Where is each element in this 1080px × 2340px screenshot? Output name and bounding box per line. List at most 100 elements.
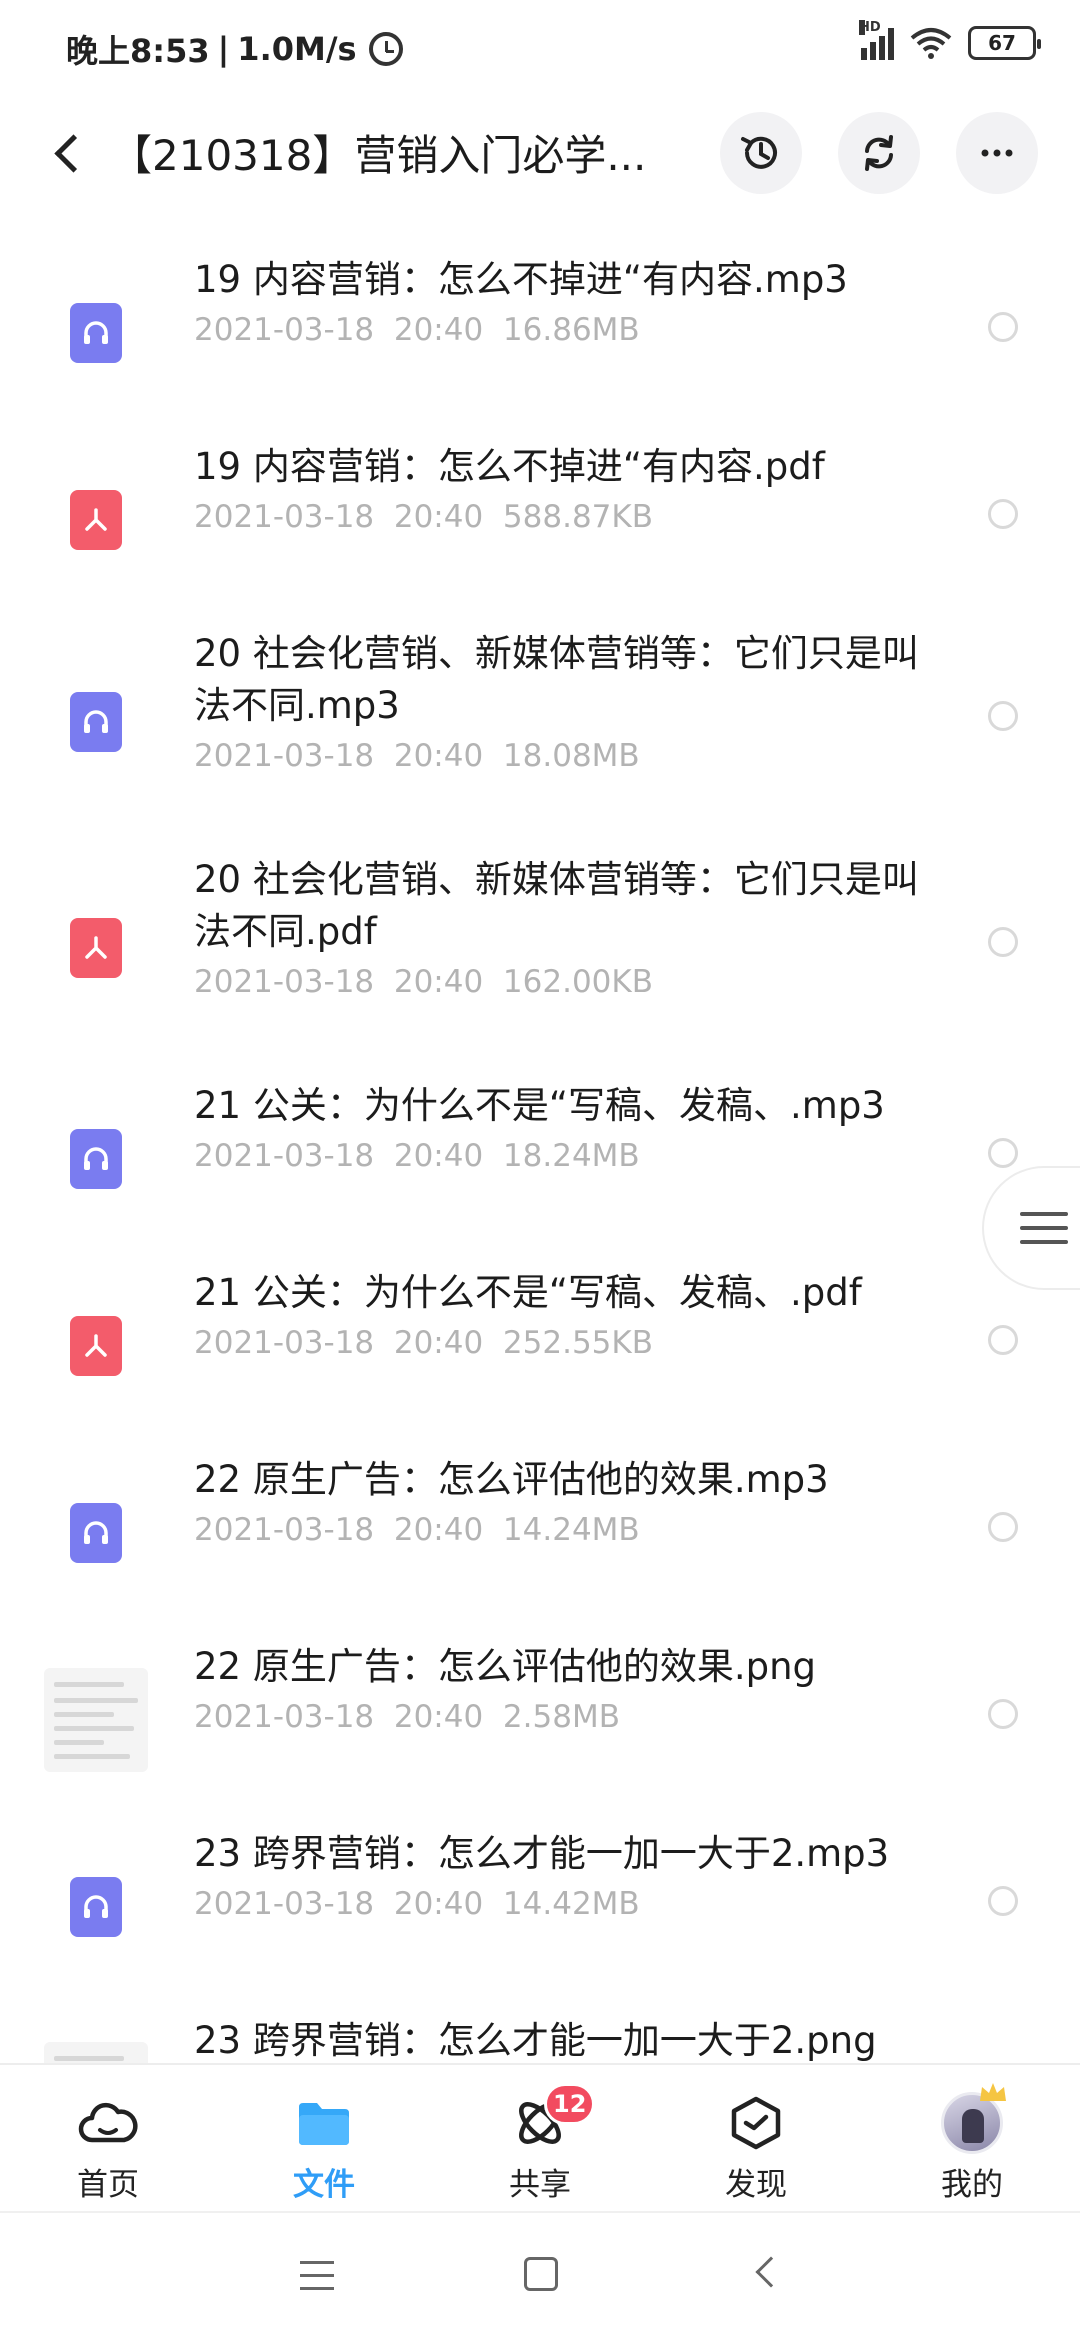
file-name: 22 原生广告：怎么评估他的效果.png	[194, 1645, 817, 1688]
file-row[interactable]: 23 跨界营销：怎么才能一加一大于2.png	[0, 2015, 1080, 2063]
status-bar: 晚上8:53 | 1.0M/s HD 67	[0, 0, 1080, 96]
status-time: 晚上8:53	[66, 32, 210, 70]
more-icon	[981, 149, 1013, 157]
select-radio[interactable]	[988, 312, 1018, 342]
file-size: 252.55KB	[502, 1325, 653, 1361]
nav-mine[interactable]: 我的	[892, 2065, 1052, 2213]
system-navigation-bar	[0, 2211, 1080, 2340]
image-thumbnail	[44, 1668, 148, 1772]
folder-title: 【210318】营销入门必学...	[110, 131, 647, 180]
file-date: 2021-03-18 20:40	[194, 499, 484, 535]
crown-icon	[980, 2083, 1006, 2101]
file-name: 20 社会化营销、新媒体营销等：它们只是叫法不同.mp3	[194, 632, 919, 727]
history-icon	[741, 136, 777, 169]
select-radio[interactable]	[988, 701, 1018, 731]
nav-files[interactable]: 文件	[244, 2065, 404, 2213]
status-speed: 1.0M/s	[237, 30, 357, 68]
file-date: 2021-03-18 20:40	[194, 738, 484, 774]
file-meta: 2021-03-18 20:40 16.86MB	[194, 312, 640, 348]
hd-badge: HD	[859, 20, 881, 35]
nav-mine-label: 我的	[941, 2167, 1003, 2203]
file-row[interactable]: 22 原生广告：怎么评估他的效果.png 2021-03-18 20:40 2.…	[0, 1641, 1080, 1791]
file-row[interactable]: 20 社会化营销、新媒体营销等：它们只是叫法不同.pdf 2021-03-18 …	[0, 854, 1080, 1044]
status-left: 晚上8:53 | 1.0M/s	[66, 26, 403, 72]
file-date: 2021-03-18 20:40	[194, 1699, 484, 1735]
alarm-icon	[368, 32, 403, 66]
file-size: 14.42MB	[502, 1886, 640, 1922]
file-date: 2021-03-18 20:40	[194, 1138, 484, 1174]
discover-icon	[724, 2091, 788, 2155]
sync-button[interactable]	[838, 112, 920, 194]
cloud-icon	[76, 2091, 140, 2155]
select-radio[interactable]	[988, 499, 1018, 529]
select-radio[interactable]	[988, 1138, 1018, 1168]
file-size: 162.00KB	[502, 964, 653, 1000]
file-row[interactable]: 21 公关：为什么不是“写稿、发稿、.pdf 2021-03-18 20:40 …	[0, 1267, 1080, 1417]
pdf-icon	[85, 936, 107, 959]
audio-file-icon	[70, 692, 122, 752]
file-row[interactable]: 19 内容营销：怎么不掉进“有内容.pdf 2021-03-18 20:40 5…	[0, 441, 1080, 591]
file-date: 2021-03-18 20:40	[194, 1325, 484, 1361]
back-button[interactable]	[46, 126, 92, 178]
audio-file-icon	[70, 1503, 122, 1563]
select-radio[interactable]	[988, 1325, 1018, 1355]
recent-apps-button[interactable]	[300, 2261, 334, 2291]
select-radio[interactable]	[988, 927, 1018, 957]
file-row[interactable]: 20 社会化营销、新媒体营销等：它们只是叫法不同.mp3 2021-03-18 …	[0, 628, 1080, 818]
file-row[interactable]: 19 内容营销：怎么不掉进“有内容.mp3 2021-03-18 20:40 1…	[0, 254, 1080, 404]
file-meta: 2021-03-18 20:40 588.87KB	[194, 499, 653, 535]
audio-file-icon	[70, 1877, 122, 1937]
nav-share[interactable]: 12 共享	[460, 2065, 620, 2213]
file-list: 19 内容营销：怎么不掉进“有内容.mp3 2021-03-18 20:40 1…	[0, 218, 1080, 2063]
file-size: 2.58MB	[502, 1699, 620, 1735]
image-thumbnail	[44, 2042, 148, 2063]
headphones-icon	[84, 321, 108, 344]
share-count-badge: 12	[544, 2083, 596, 2125]
nav-home-label: 首页	[77, 2167, 139, 2203]
battery-level: 67	[988, 31, 1016, 55]
file-row[interactable]: 23 跨界营销：怎么才能一加一大于2.mp3 2021-03-18 20:40 …	[0, 1828, 1080, 1978]
file-size: 18.24MB	[502, 1138, 640, 1174]
file-name: 21 公关：为什么不是“写稿、发稿、.pdf	[194, 1271, 862, 1314]
file-browser-screen: 晚上8:53 | 1.0M/s HD 67 【210318】营销入门必学...	[0, 0, 1080, 2340]
home-button[interactable]	[524, 2257, 558, 2291]
pdf-file-icon	[70, 1316, 122, 1376]
headphones-icon	[84, 1895, 108, 1918]
sync-icon	[865, 135, 893, 171]
file-meta: 2021-03-18 20:40 14.24MB	[194, 1512, 640, 1548]
file-row[interactable]: 21 公关：为什么不是“写稿、发稿、.mp3 2021-03-18 20:40 …	[0, 1080, 1080, 1230]
battery-icon: 67	[968, 26, 1041, 60]
system-back-button[interactable]	[755, 2256, 787, 2288]
nav-files-label: 文件	[293, 2167, 355, 2203]
audio-file-icon	[70, 1129, 122, 1189]
audio-file-icon	[70, 303, 122, 363]
cellular-signal-icon: HD	[859, 20, 894, 60]
nav-home[interactable]: 首页	[28, 2065, 188, 2213]
nav-share-label: 共享	[509, 2167, 571, 2203]
avatar	[940, 2083, 1006, 2155]
file-date: 2021-03-18 20:40	[194, 1512, 484, 1548]
pdf-file-icon	[70, 490, 122, 550]
folder-icon	[292, 2091, 356, 2155]
pdf-icon	[85, 508, 107, 531]
top-app-bar: 【210318】营销入门必学...	[0, 96, 1080, 208]
headphones-icon	[84, 1147, 108, 1170]
file-name: 21 公关：为什么不是“写稿、发稿、.mp3	[194, 1084, 885, 1127]
file-name: 19 内容营销：怎么不掉进“有内容.pdf	[194, 445, 825, 488]
file-row[interactable]: 22 原生广告：怎么评估他的效果.mp3 2021-03-18 20:40 14…	[0, 1454, 1080, 1604]
status-separator: |	[217, 30, 230, 68]
file-date: 2021-03-18 20:40	[194, 312, 484, 348]
nav-discover[interactable]: 发现	[676, 2065, 836, 2213]
select-radio[interactable]	[988, 1886, 1018, 1916]
select-radio[interactable]	[988, 1512, 1018, 1542]
pdf-icon	[85, 1334, 107, 1357]
file-date: 2021-03-18 20:40	[194, 964, 484, 1000]
file-size: 14.24MB	[502, 1512, 640, 1548]
history-button[interactable]	[720, 112, 802, 194]
more-button[interactable]	[956, 112, 1038, 194]
file-name: 20 社会化营销、新媒体营销等：它们只是叫法不同.pdf	[194, 858, 919, 953]
nav-discover-label: 发现	[725, 2167, 787, 2203]
select-radio[interactable]	[988, 1699, 1018, 1729]
file-name: 22 原生广告：怎么评估他的效果.mp3	[194, 1458, 829, 1501]
file-size: 16.86MB	[502, 312, 640, 348]
